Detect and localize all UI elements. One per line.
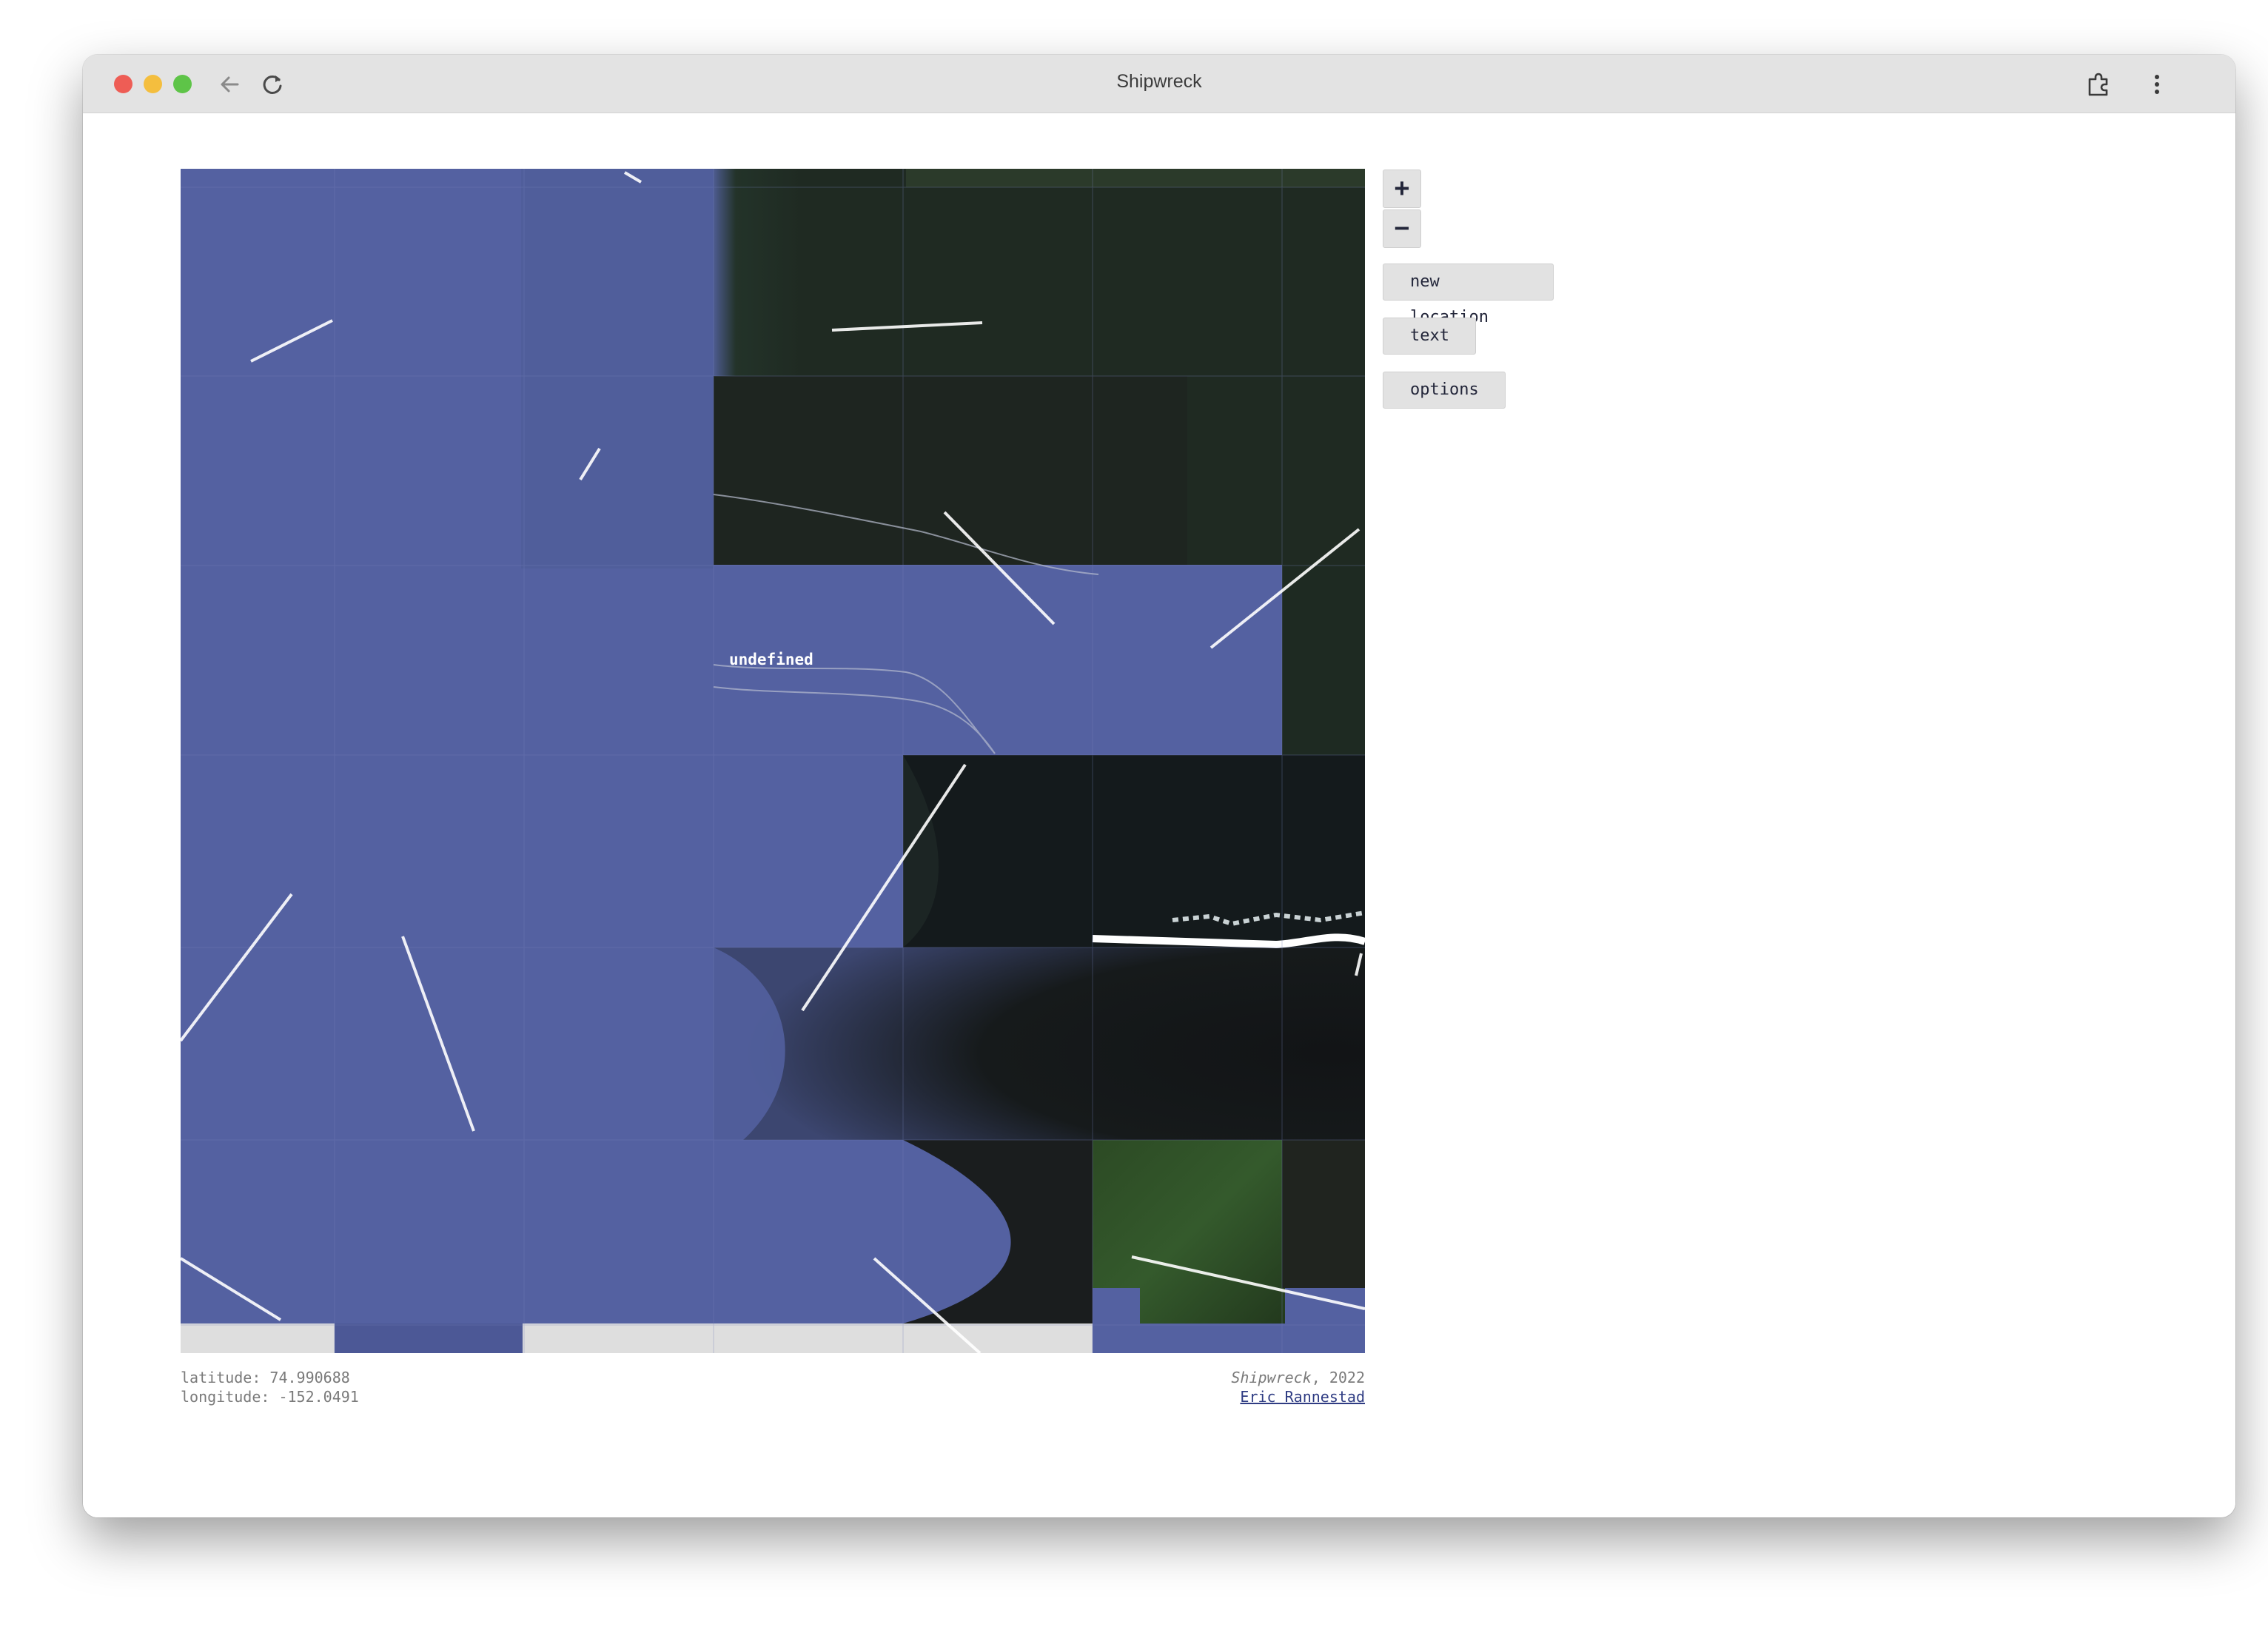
page-content: undefined + − new location text options … — [83, 113, 2235, 1517]
more-vertical-icon[interactable] — [2142, 70, 2172, 99]
zoom-in-button[interactable]: + — [1383, 170, 1421, 208]
text-button[interactable]: text — [1383, 318, 1476, 355]
longitude-text: longitude: -152.0491 — [181, 1388, 359, 1406]
artwork-year: , 2022 — [1311, 1369, 1365, 1386]
new-location-button[interactable]: new location — [1383, 264, 1554, 326]
options-button[interactable]: options — [1383, 372, 1506, 409]
coordinates-readout: latitude: 74.990688 longitude: -152.0491 — [181, 1368, 359, 1406]
extension-icon[interactable] — [2084, 70, 2113, 99]
artwork-credit: Shipwreck, 2022 Eric Rannestad — [1231, 1368, 1365, 1406]
satellite-map[interactable]: undefined — [181, 169, 1365, 1353]
artwork-title: Shipwreck — [1231, 1369, 1312, 1386]
artwork-title-line: Shipwreck, 2022 — [1231, 1368, 1365, 1387]
author-link[interactable]: Eric Rannestad — [1240, 1388, 1365, 1406]
title-bar: Shipwreck — [83, 55, 2235, 113]
zoom-out-button[interactable]: − — [1383, 209, 1421, 248]
browser-window: Shipwreck undefined + − new text options… — [83, 55, 2235, 1517]
latitude-text: latitude: 74.990688 — [181, 1369, 350, 1386]
map-overlay-label: undefined — [729, 651, 813, 668]
window-title: Shipwreck — [1116, 71, 1202, 92]
